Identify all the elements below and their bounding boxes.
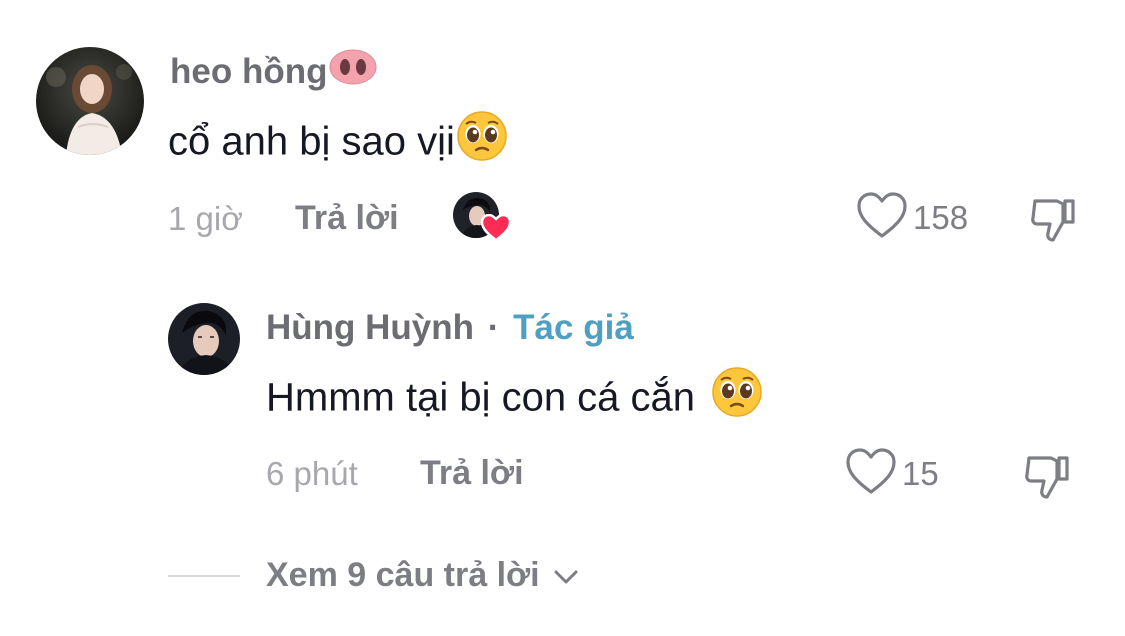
pleading-face-emoji	[455, 110, 509, 172]
heart-outline-icon	[857, 192, 907, 238]
commenter-username[interactable]: heo hồng	[170, 49, 377, 94]
comment-timestamp: 1 giờ	[168, 200, 243, 237]
reply-to-reply-button[interactable]: Trả lời	[420, 454, 524, 493]
heart-outline-icon	[846, 448, 896, 494]
comment-text-content: cổ anh bị sao vịi	[168, 119, 455, 164]
reply-like-count: 15	[902, 455, 939, 492]
pleading-face-emoji	[710, 366, 764, 428]
separator-dot: ·	[487, 308, 500, 347]
reply-like-button[interactable]	[845, 447, 897, 499]
commenter-avatar[interactable]	[36, 47, 144, 155]
reply-timestamp: 6 phút	[266, 455, 358, 492]
commenter-username-text: heo hồng	[170, 52, 328, 91]
thumbs-down-icon	[1031, 199, 1075, 242]
like-count: 158	[913, 199, 969, 236]
heart-badge-icon	[481, 214, 511, 242]
like-button[interactable]	[856, 191, 908, 243]
dislike-button[interactable]	[1027, 193, 1079, 245]
view-more-replies-label: Xem 9 câu trả lời	[266, 556, 540, 594]
creator-liked-badge	[453, 192, 511, 244]
author-badge: Tác giả	[513, 308, 634, 347]
thumbs-down-icon	[1025, 456, 1069, 499]
reply-button[interactable]: Trả lời	[295, 199, 399, 238]
reply-dislike-button[interactable]	[1021, 450, 1073, 502]
replies-divider	[168, 575, 240, 577]
reply-text-content: Hmmm tại bị con cá cắn	[266, 375, 696, 420]
chevron-down-icon	[554, 570, 578, 584]
author-avatar[interactable]	[168, 303, 240, 375]
author-username-line: Hùng Huỳnh · Tác giả	[266, 308, 634, 348]
view-more-replies-button[interactable]: Xem 9 câu trả lời	[266, 556, 581, 595]
comment-text: cổ anh bị sao vịi	[168, 111, 509, 172]
pig-nose-emoji	[329, 49, 377, 94]
reply-text: Hmmm tại bị con cá cắn	[266, 367, 764, 428]
author-username[interactable]: Hùng Huỳnh	[266, 308, 474, 347]
